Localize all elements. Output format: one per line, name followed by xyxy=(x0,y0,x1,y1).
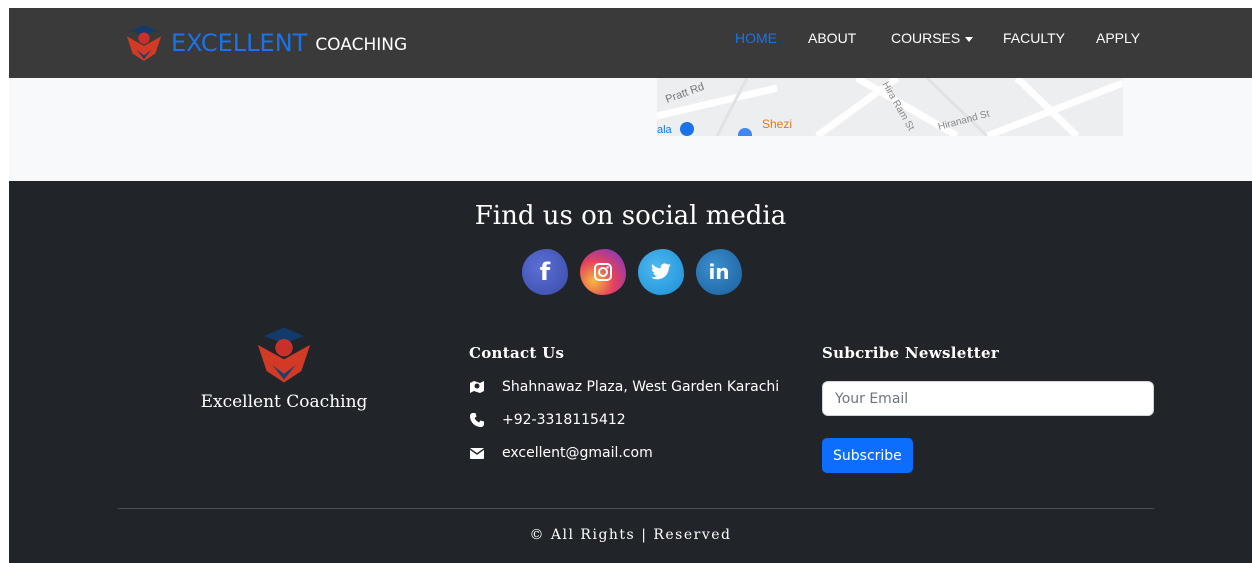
subscribe-button[interactable]: Subscribe xyxy=(822,438,913,473)
copyright-text: © All Rights | Reserved xyxy=(529,527,732,543)
contact-heading: Contact Us xyxy=(469,344,565,362)
footer: Find us on social media f in Excellent C… xyxy=(9,181,1252,563)
map-label: ala xyxy=(657,124,673,136)
brand-link[interactable]: EXCELLENT COACHING xyxy=(125,20,407,66)
map-section: Pratt Rd Shezi Hiranand St Hira Ram St a… xyxy=(9,78,1252,181)
address-text: Shahnawaz Plaza, West Garden Karachi xyxy=(502,379,780,395)
contact-section: Contact Us Shahnawaz Plaza, West Garden … xyxy=(469,344,809,461)
brand-tagline: COACHING xyxy=(315,35,408,55)
phone-text: +92-3318115412 xyxy=(502,412,626,428)
map-label: Shezi xyxy=(762,117,792,131)
newsletter-heading: Subcribe Newsletter xyxy=(822,344,1000,362)
nav-courses[interactable]: COURSES xyxy=(891,30,974,46)
instagram-icon[interactable] xyxy=(580,249,626,295)
brand-name: EXCELLENT xyxy=(171,29,308,57)
footer-brand-name: Excellent Coaching xyxy=(200,392,368,412)
map-embed[interactable]: Pratt Rd Shezi Hiranand St Hira Ram St a… xyxy=(657,78,1123,136)
contact-email: excellent@gmail.com xyxy=(469,445,809,461)
map-image: Pratt Rd Shezi Hiranand St Hira Ram St a… xyxy=(657,78,1123,136)
social-heading: Find us on social media xyxy=(474,201,787,231)
logo-icon xyxy=(257,327,311,383)
nav-faculty[interactable]: FACULTY xyxy=(1003,30,1065,46)
email-text[interactable]: excellent@gmail.com xyxy=(502,445,653,461)
footer-brand: Excellent Coaching xyxy=(194,324,374,412)
newsletter-section: Subcribe Newsletter Subscribe xyxy=(822,344,1154,473)
map-pin-icon xyxy=(680,122,694,136)
navbar: EXCELLENT COACHING HOME ABOUT COURSES FA… xyxy=(9,8,1252,78)
linkedin-icon[interactable]: in xyxy=(696,249,742,295)
nav-courses-label: COURSES xyxy=(891,30,961,46)
footer-divider xyxy=(118,508,1154,509)
nav-home[interactable]: HOME xyxy=(735,30,777,46)
nav-about[interactable]: ABOUT xyxy=(808,30,856,46)
nav-apply[interactable]: APPLY xyxy=(1096,30,1140,46)
caret-down-icon xyxy=(965,36,974,42)
social-links: f in xyxy=(522,249,742,295)
facebook-icon[interactable]: f xyxy=(522,249,568,295)
twitter-icon[interactable] xyxy=(638,249,684,295)
map-marker-icon xyxy=(469,379,485,395)
contact-phone: +92-3318115412 xyxy=(469,412,809,428)
contact-address: Shahnawaz Plaza, West Garden Karachi xyxy=(469,379,809,395)
envelope-icon xyxy=(469,445,485,461)
phone-icon xyxy=(469,412,485,428)
newsletter-email-input[interactable] xyxy=(822,381,1154,416)
logo-icon xyxy=(126,24,162,62)
